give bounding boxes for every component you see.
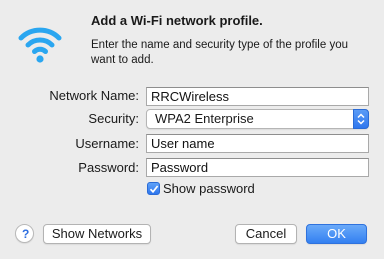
cancel-button[interactable]: Cancel [235, 224, 297, 244]
dialog-title: Add a Wi-Fi network profile. [91, 13, 263, 28]
dialog-subtitle: Enter the name and security type of the … [91, 39, 348, 66]
username-label: Username: [75, 136, 139, 151]
show-password-label[interactable]: Show password [163, 181, 255, 196]
wifi-icon [18, 27, 62, 63]
security-select-value: WPA2 Enterprise [155, 111, 254, 126]
show-password-checkbox[interactable] [147, 182, 160, 195]
network-name-label: Network Name: [49, 88, 139, 103]
checkmark-icon [149, 185, 159, 194]
chevron-up-down-icon [353, 109, 369, 129]
ok-button[interactable]: OK [306, 224, 367, 244]
show-networks-button[interactable]: Show Networks [43, 224, 151, 244]
security-select[interactable]: WPA2 Enterprise [146, 109, 369, 129]
security-label: Security: [88, 111, 139, 126]
network-name-field[interactable] [146, 87, 369, 106]
password-label: Password: [78, 160, 139, 175]
username-field[interactable] [146, 134, 369, 153]
help-button[interactable]: ? [15, 224, 34, 243]
password-field[interactable] [146, 158, 369, 177]
